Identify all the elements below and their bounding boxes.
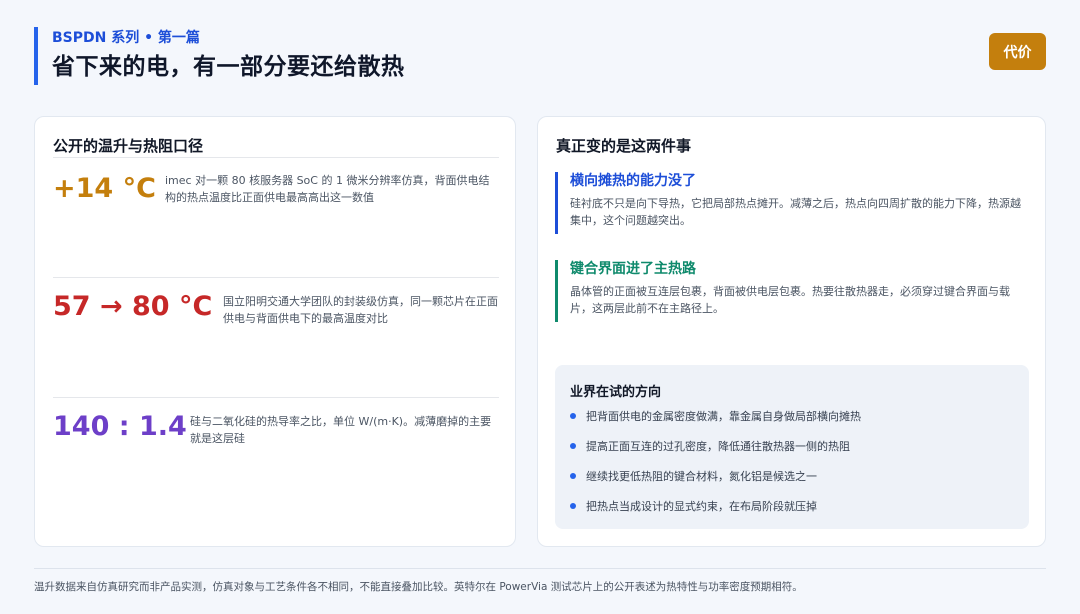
metric-desc: 硅与二氧化硅的热导率之比，单位 W/(m·K)。减薄磨掉的主要就是这层硅 (190, 415, 492, 445)
list-item-text: 把热点当成设计的显式约束，在布局阶段就压掉 (586, 500, 817, 513)
list-item: 继续找更低热阻的键合材料，氮化铝是候选之一 (570, 469, 861, 499)
change-point-title: 键合界面进了主热路 (570, 261, 696, 277)
metrics-card-title: 公开的温升与热阻口径 (53, 137, 204, 155)
list-item: 提高正面互连的过孔密度，降低通往散热器一侧的热阻 (570, 439, 861, 469)
metrics-card: 公开的温升与热阻口径 +14 °C imec 对一颗 80 核服务器 SoC 的… (34, 116, 516, 547)
metric-item: 140 : 1.4 硅与二氧化硅的热导率之比，单位 W/(m·K)。减薄磨掉的主… (53, 397, 499, 517)
list-item-text: 提高正面互连的过孔密度，降低通往散热器一侧的热阻 (586, 440, 850, 453)
metric-value: 140 : 1.4 (53, 411, 187, 442)
change-point-desc: 晶体管的正面被互连层包裹，背面被供电层包裹。热要往散热器走，必须穿过键合界面与载… (570, 285, 1010, 315)
cost-badge: 代价 (989, 33, 1046, 70)
change-point: 横向摊热的能力没了 硅衬底不只是向下导热，它把局部热点摊开。减薄之后，热点向四周… (555, 172, 1030, 234)
list-item-text: 把背面供电的金属密度做满，靠金属自身做局部横向摊热 (586, 410, 861, 423)
header: BSPDN 系列 • 第一篇 省下来的电，有一部分要还给散热 (34, 27, 405, 85)
list-item-text: 继续找更低热阻的键合材料，氮化铝是候选之一 (586, 470, 817, 483)
change-point-title: 横向摊热的能力没了 (570, 173, 696, 189)
industry-directions-list: 把背面供电的金属密度做满，靠金属自身做局部横向摊热 提高正面互连的过孔密度，降低… (570, 409, 861, 529)
industry-directions-title: 业界在试的方向 (570, 385, 662, 400)
bullet-icon (570, 503, 576, 509)
list-item: 把背面供电的金属密度做满，靠金属自身做局部横向摊热 (570, 409, 861, 439)
footer-divider (34, 568, 1046, 569)
metric-desc: imec 对一颗 80 核服务器 SoC 的 1 微米分辨率仿真，背面供电结构的… (165, 174, 490, 204)
metric-item: +14 °C imec 对一颗 80 核服务器 SoC 的 1 微米分辨率仿真，… (53, 157, 499, 277)
metric-value: 57 → 80 °C (53, 291, 213, 322)
metric-item: 57 → 80 °C 国立阳明交通大学团队的封装级仿真，同一颗芯片在正面供电与背… (53, 277, 499, 397)
bullet-icon (570, 473, 576, 479)
footer-note: 温升数据来自仿真研究而非产品实测，仿真对象与工艺条件各不相同，不能直接叠加比较。… (34, 581, 803, 593)
changes-card: 真正变的是这两件事 横向摊热的能力没了 硅衬底不只是向下导热，它把局部热点摊开。… (537, 116, 1046, 547)
list-item: 把热点当成设计的显式约束，在布局阶段就压掉 (570, 499, 861, 529)
industry-directions-box: 业界在试的方向 把背面供电的金属密度做满，靠金属自身做局部横向摊热 提高正面互连… (555, 365, 1029, 529)
bullet-icon (570, 413, 576, 419)
page-title: 省下来的电，有一部分要还给散热 (52, 54, 405, 80)
changes-card-title: 真正变的是这两件事 (556, 137, 692, 155)
series-label: BSPDN 系列 • 第一篇 (52, 30, 200, 46)
bullet-icon (570, 443, 576, 449)
metric-desc: 国立阳明交通大学团队的封装级仿真，同一颗芯片在正面供电与背面供电下的最高温度对比 (223, 295, 498, 325)
metric-value: +14 °C (53, 173, 156, 204)
change-point-desc: 硅衬底不只是向下导热，它把局部热点摊开。减薄之后，热点向四周扩散的能力下降，热源… (570, 197, 1021, 227)
change-point: 键合界面进了主热路 晶体管的正面被互连层包裹，背面被供电层包裹。热要往散热器走，… (555, 260, 1030, 322)
